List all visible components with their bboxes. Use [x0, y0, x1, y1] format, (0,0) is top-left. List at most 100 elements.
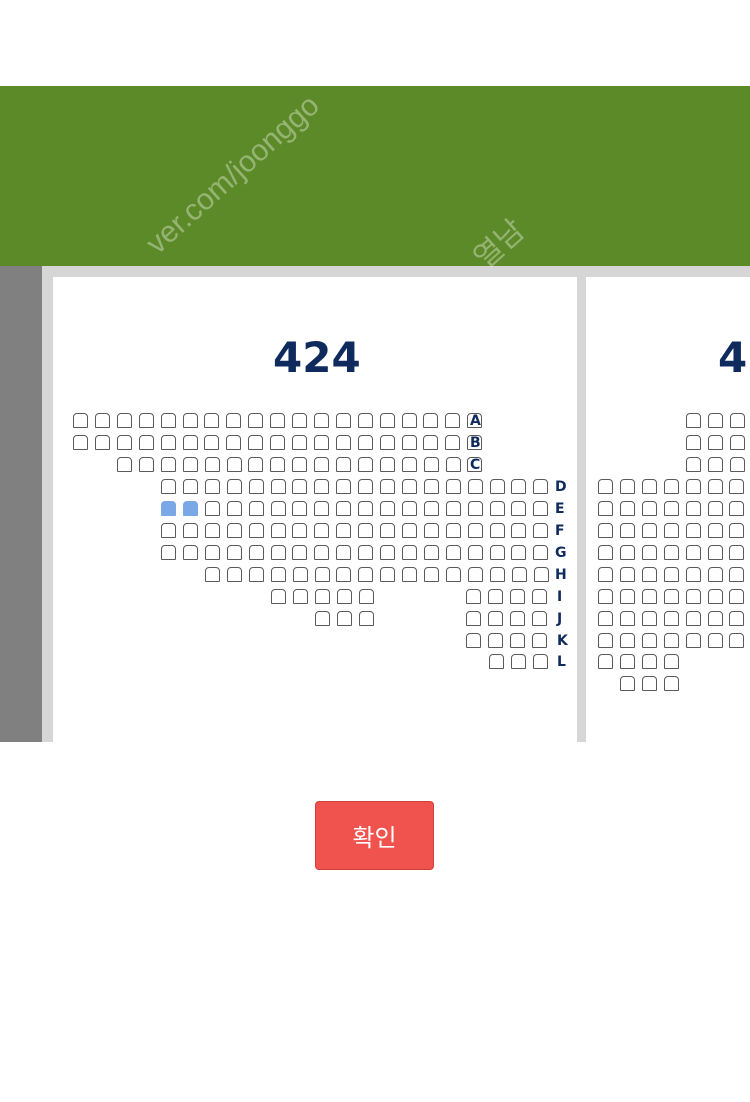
seat[interactable]	[685, 588, 701, 604]
seat[interactable]	[729, 434, 745, 450]
seat[interactable]	[248, 456, 264, 472]
seat[interactable]	[401, 544, 417, 560]
seat[interactable]	[292, 500, 308, 516]
seat[interactable]	[489, 522, 505, 538]
seat[interactable]	[707, 500, 723, 516]
seat[interactable]	[248, 522, 264, 538]
seat[interactable]	[117, 456, 132, 472]
seat-selected[interactable]	[182, 500, 198, 516]
seat[interactable]	[598, 500, 613, 516]
seat[interactable]	[161, 522, 176, 538]
seat[interactable]	[487, 588, 503, 604]
seat[interactable]	[532, 654, 548, 670]
seat[interactable]	[379, 434, 395, 450]
seat[interactable]	[445, 522, 461, 538]
seat[interactable]	[160, 434, 176, 450]
seat[interactable]	[423, 500, 439, 516]
seat[interactable]	[94, 434, 110, 450]
seat[interactable]	[314, 500, 330, 516]
seat[interactable]	[686, 456, 701, 472]
seat[interactable]	[357, 413, 373, 428]
seat[interactable]	[685, 478, 701, 494]
seat[interactable]	[357, 456, 373, 472]
seat[interactable]	[204, 478, 220, 494]
seat[interactable]	[292, 588, 308, 604]
seat[interactable]	[314, 456, 330, 472]
seat[interactable]	[686, 413, 701, 428]
seat[interactable]	[357, 434, 373, 450]
seat[interactable]	[379, 413, 395, 428]
seat[interactable]	[466, 632, 481, 648]
seat[interactable]	[510, 654, 526, 670]
seat[interactable]	[314, 566, 330, 582]
seat[interactable]	[248, 566, 264, 582]
seat[interactable]	[401, 434, 417, 450]
seat[interactable]	[619, 500, 635, 516]
seat[interactable]	[686, 434, 701, 450]
seat[interactable]	[380, 522, 395, 538]
seat[interactable]	[445, 500, 461, 516]
seat[interactable]	[467, 500, 483, 516]
seat[interactable]	[292, 434, 307, 450]
seat[interactable]	[533, 522, 549, 538]
seat[interactable]	[226, 434, 242, 450]
seat[interactable]	[182, 544, 198, 560]
seat[interactable]	[489, 566, 505, 582]
seat[interactable]	[509, 632, 525, 648]
seat[interactable]	[489, 654, 504, 670]
seat[interactable]	[73, 434, 88, 450]
seat[interactable]	[292, 478, 308, 494]
seat[interactable]	[380, 500, 395, 516]
seat[interactable]	[248, 434, 264, 450]
seat[interactable]	[313, 434, 329, 450]
seat[interactable]	[161, 544, 176, 560]
seat[interactable]	[336, 544, 352, 560]
seat[interactable]	[270, 434, 286, 450]
seat[interactable]	[620, 676, 635, 692]
seat[interactable]	[401, 456, 417, 472]
seat[interactable]	[619, 588, 635, 604]
seat[interactable]	[487, 632, 503, 648]
seat[interactable]	[423, 478, 439, 494]
seat[interactable]	[313, 413, 329, 428]
seat[interactable]	[94, 413, 110, 428]
seat[interactable]	[336, 588, 352, 604]
seat[interactable]	[509, 588, 525, 604]
seat[interactable]	[271, 588, 286, 604]
seat[interactable]	[423, 434, 439, 450]
seat[interactable]	[315, 610, 330, 626]
seat[interactable]	[641, 654, 657, 670]
seat[interactable]	[270, 566, 286, 582]
seat[interactable]	[663, 588, 679, 604]
seat[interactable]	[487, 610, 503, 626]
seat[interactable]	[423, 413, 439, 428]
seat[interactable]	[445, 478, 461, 494]
seat[interactable]	[467, 566, 483, 582]
seat[interactable]	[685, 610, 701, 626]
seat[interactable]	[533, 566, 549, 582]
seat[interactable]	[270, 456, 286, 472]
seat[interactable]	[358, 544, 374, 560]
seat[interactable]	[226, 478, 242, 494]
seat[interactable]	[358, 566, 374, 582]
seat[interactable]	[619, 544, 635, 560]
seat[interactable]	[467, 544, 483, 560]
seat[interactable]	[336, 522, 352, 538]
seat[interactable]	[336, 478, 352, 494]
seat[interactable]	[358, 500, 374, 516]
seat[interactable]	[729, 588, 745, 604]
seat[interactable]	[182, 413, 198, 428]
seat[interactable]	[511, 522, 527, 538]
seat[interactable]	[335, 434, 351, 450]
seat[interactable]	[380, 478, 395, 494]
seat[interactable]	[226, 413, 242, 428]
seat[interactable]	[533, 478, 549, 494]
seat[interactable]	[423, 544, 439, 560]
seat[interactable]	[466, 588, 481, 604]
seat[interactable]	[204, 500, 220, 516]
seat[interactable]	[511, 566, 527, 582]
seat[interactable]	[663, 676, 679, 692]
seat[interactable]	[182, 434, 198, 450]
seat[interactable]	[73, 413, 88, 428]
seat[interactable]	[161, 478, 176, 494]
